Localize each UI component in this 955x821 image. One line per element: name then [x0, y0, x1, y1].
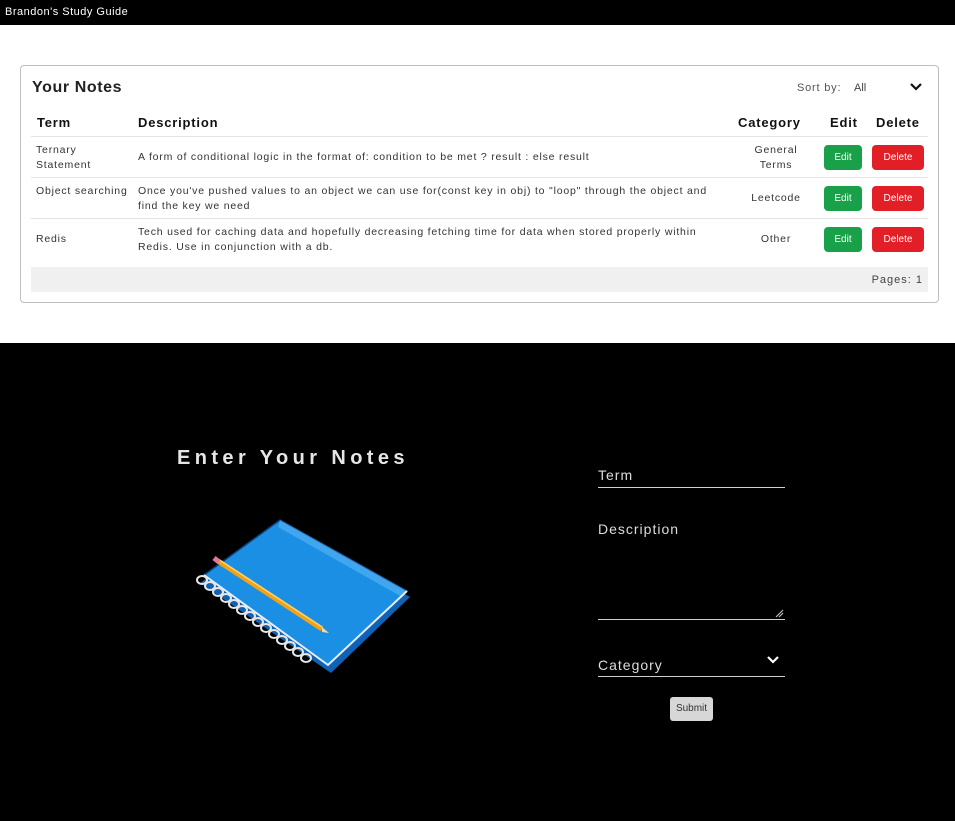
chevron-down-icon[interactable]: [908, 80, 924, 94]
note-entry-section: Enter Your Notes Term Description Catego…: [0, 343, 955, 821]
submit-button[interactable]: Submit: [670, 697, 713, 721]
term-field[interactable]: Term: [598, 467, 633, 483]
resize-handle-icon[interactable]: [774, 608, 784, 618]
row-category: Leetcode: [751, 192, 801, 204]
row-term: Ternary Statement: [36, 144, 92, 171]
row-description: Once you've pushed values to an object w…: [138, 185, 707, 212]
column-header-category: Category: [738, 115, 801, 130]
row-term: Object searching: [36, 185, 128, 197]
edit-button[interactable]: Edit: [824, 186, 862, 211]
notes-card: Your Notes Sort by: All Term Description…: [20, 65, 939, 303]
edit-button[interactable]: Edit: [824, 145, 862, 170]
row-description: Tech used for caching data and hopefully…: [138, 226, 697, 253]
delete-button[interactable]: Delete: [872, 227, 924, 252]
description-field[interactable]: Description: [598, 521, 679, 537]
row-term: Redis: [36, 233, 67, 245]
notebook-illustration-icon: [196, 519, 410, 673]
category-underline: [598, 676, 785, 677]
column-header-edit: Edit: [830, 115, 858, 130]
table-row: Ternary Statement A form of conditional …: [31, 136, 928, 177]
app-title: Brandon's Study Guide: [5, 6, 129, 18]
column-header-term: Term: [37, 115, 72, 130]
row-description: A form of conditional logic in the forma…: [138, 151, 590, 163]
pagination-bar: Pages: 1: [31, 267, 928, 292]
top-bar: Brandon's Study Guide: [0, 0, 955, 25]
term-underline: [598, 487, 785, 488]
notes-heading: Your Notes: [32, 79, 123, 96]
pages-indicator[interactable]: Pages: 1: [872, 274, 923, 286]
table-row: Redis Tech used for caching data and hop…: [31, 218, 928, 259]
row-category: General Terms: [754, 144, 798, 171]
sort-select[interactable]: All: [854, 82, 866, 94]
entry-heading: Enter Your Notes: [177, 447, 409, 469]
chevron-down-icon[interactable]: [766, 654, 780, 666]
column-header-delete: Delete: [876, 115, 920, 130]
column-header-description: Description: [138, 115, 219, 130]
sort-label: Sort by:: [797, 82, 842, 94]
delete-button[interactable]: Delete: [872, 145, 924, 170]
edit-button[interactable]: Edit: [824, 227, 862, 252]
description-underline: [598, 619, 785, 620]
category-select[interactable]: Category: [598, 657, 663, 673]
delete-button[interactable]: Delete: [872, 186, 924, 211]
table-row: Object searching Once you've pushed valu…: [31, 177, 928, 218]
row-category: Other: [760, 233, 792, 245]
